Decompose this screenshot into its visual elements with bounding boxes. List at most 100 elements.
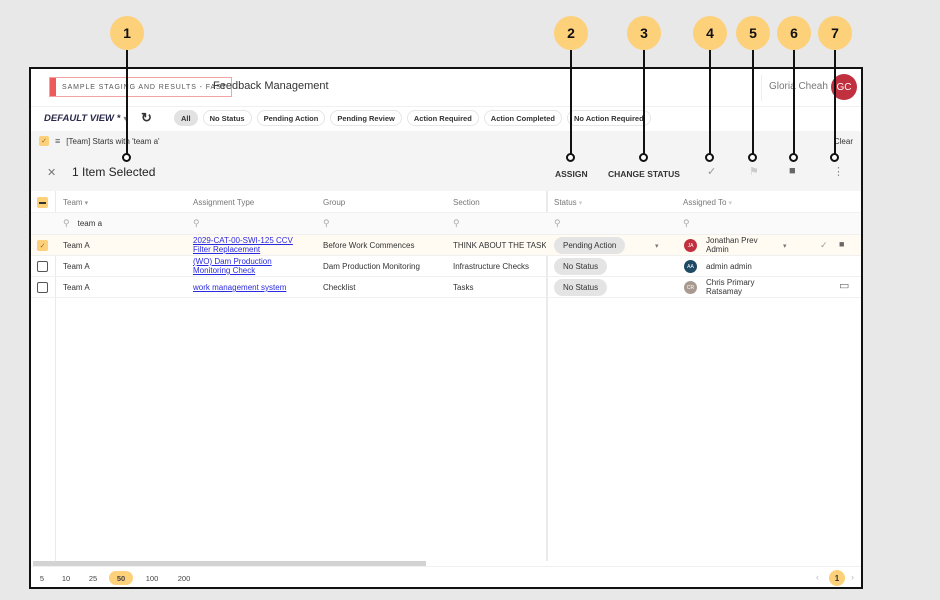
callout-2-line: [570, 50, 572, 155]
filter-icon: ≡: [55, 136, 61, 146]
assignee-avatar: AA: [684, 260, 697, 273]
callout-7-dot: [830, 153, 839, 162]
chip-action-completed[interactable]: Action Completed: [483, 110, 562, 126]
assignment-type-line2: Filter Replacement: [193, 245, 261, 254]
status-filter-chips: All No Status Pending Action Pending Rev…: [174, 110, 651, 126]
status-pill[interactable]: No Status: [554, 279, 608, 296]
table-row[interactable]: Team A work management system Checklist …: [31, 277, 861, 298]
callout-5-line: [752, 50, 754, 155]
previous-page-icon[interactable]: ‹: [816, 572, 819, 582]
section-search-input[interactable]: ⚲: [453, 218, 460, 229]
assignment-type-link[interactable]: 2029-CAT-00-SWI-125 CCV Filter Replacemen…: [193, 236, 293, 254]
status-search-input[interactable]: ⚲: [554, 218, 561, 229]
table-row[interactable]: ✓ Team A 2029-CAT-00-SWI-125 CCV Filter R…: [31, 235, 861, 256]
clear-filter-button[interactable]: Clear: [834, 137, 853, 146]
search-icon: ⚲: [683, 218, 690, 228]
more-options-icon[interactable]: ⋮: [833, 165, 844, 178]
team-search-input[interactable]: ⚲ team a: [63, 218, 102, 229]
page-size-5[interactable]: 5: [37, 571, 47, 585]
assignee-dropdown-icon[interactable]: ▾: [783, 242, 787, 250]
group-cell: Dam Production Monitoring: [323, 262, 420, 271]
comment-icon[interactable]: ■: [789, 165, 796, 177]
group-search-input[interactable]: ⚲: [323, 218, 330, 229]
status-dropdown-icon[interactable]: ▾: [655, 242, 659, 250]
callout-3-line: [643, 50, 645, 155]
refresh-icon[interactable]: ↻: [141, 110, 152, 126]
filter-icon[interactable]: ▾: [579, 200, 583, 207]
assignment-type-link[interactable]: (WO) Dam Production Monitoring Check: [193, 257, 272, 275]
header-team-label: Team: [63, 198, 83, 207]
callout-2-dot: [566, 153, 575, 162]
header-assigned-to-label: Assigned To: [683, 198, 727, 207]
callout-1: 1: [110, 16, 144, 50]
selection-toolbar-area: ✓ ≡ [Team] Starts with 'team a' Clear ✕ …: [31, 131, 861, 191]
assignment-type-search-input[interactable]: ⚲: [193, 218, 200, 229]
filter-checkbox[interactable]: ✓: [39, 136, 49, 146]
assignee-line2: Ratsamay: [706, 287, 743, 296]
team-cell: Team A: [63, 283, 90, 292]
header-group[interactable]: Group: [323, 198, 345, 207]
page-size-200[interactable]: 200: [175, 571, 193, 585]
chip-no-status[interactable]: No Status: [202, 110, 252, 126]
page-size-10[interactable]: 10: [59, 571, 73, 585]
callout-6-dot: [789, 153, 798, 162]
team-cell: Team A: [63, 241, 90, 250]
header-section[interactable]: Section: [453, 198, 480, 207]
row-checkbox[interactable]: [37, 261, 48, 272]
page-size-50[interactable]: 50: [109, 571, 133, 585]
status-pill[interactable]: Pending Action: [554, 237, 626, 254]
assigned-to-search-input[interactable]: ⚲: [683, 218, 690, 229]
assign-button[interactable]: ASSIGN: [555, 169, 588, 179]
assignment-type-line1: 2029-CAT-00-SWI-125 CCV: [193, 236, 293, 245]
header-status[interactable]: Status ▾: [554, 198, 582, 207]
table-row[interactable]: Team A (WO) Dam Production Monitoring Che…: [31, 256, 861, 277]
row-check-icon[interactable]: ✓: [820, 240, 828, 251]
assignee-name: admin admin: [706, 262, 752, 271]
close-icon[interactable]: ✕: [47, 166, 56, 179]
page-size-100[interactable]: 100: [143, 571, 161, 585]
top-bar: SAMPLE STAGING AND RESULTS - FAST Feedba…: [31, 69, 861, 107]
view-bar: DEFAULT VIEW *▾ ↻ All No Status Pending …: [31, 107, 861, 131]
row-comment-outline-icon[interactable]: ▭: [839, 281, 849, 292]
page-size-25[interactable]: 25: [86, 571, 100, 585]
view-selector[interactable]: DEFAULT VIEW *▾: [44, 113, 127, 124]
chip-pending-review[interactable]: Pending Review: [330, 110, 402, 126]
app-title: Feedback Management: [213, 80, 329, 92]
filter-icon[interactable]: ▾: [85, 200, 89, 207]
chip-pending-action[interactable]: Pending Action: [256, 110, 326, 126]
select-all-checkbox[interactable]: [37, 197, 48, 208]
row-checkbox[interactable]: ✓: [37, 240, 48, 251]
pagination-footer: 5 10 25 50 100 200 ‹ 1 ›: [31, 566, 861, 587]
check-icon[interactable]: ✓: [707, 165, 716, 178]
current-page[interactable]: 1: [829, 570, 845, 586]
assignment-type-link[interactable]: work management system: [193, 283, 286, 292]
view-selector-label: DEFAULT VIEW *: [44, 113, 121, 124]
section-cell: Tasks: [453, 283, 474, 292]
header-team[interactable]: Team ▾: [63, 198, 88, 207]
callout-1-dot: [122, 153, 131, 162]
chip-all[interactable]: All: [174, 110, 198, 126]
section-cell: Infrastructure Checks: [453, 262, 530, 271]
callout-6: 6: [777, 16, 811, 50]
change-status-button[interactable]: CHANGE STATUS: [608, 169, 680, 179]
header-assigned-to[interactable]: Assigned To ▾: [683, 198, 732, 207]
search-icon: ⚲: [323, 218, 330, 228]
row-checkbox[interactable]: [37, 282, 48, 293]
next-page-icon[interactable]: ›: [851, 572, 854, 582]
app-window: SAMPLE STAGING AND RESULTS - FAST Feedba…: [29, 67, 863, 589]
callout-5-dot: [748, 153, 757, 162]
user-name[interactable]: Gloria Cheah: [769, 81, 828, 92]
header-assignment-type[interactable]: Assignment Type: [193, 198, 254, 207]
callout-4-line: [709, 50, 711, 155]
search-icon: ⚲: [63, 218, 70, 228]
assignee-name: Jonathan Prev Admin: [706, 236, 758, 254]
assignee-name: Chris Primary Ratsamay: [706, 278, 754, 296]
team-search-value: team a: [77, 219, 103, 228]
callout-4-dot: [705, 153, 714, 162]
flag-icon[interactable]: ⚑: [749, 165, 759, 178]
filter-icon[interactable]: ▾: [728, 200, 732, 207]
status-pill[interactable]: No Status: [554, 258, 608, 275]
row-comment-icon[interactable]: ■: [839, 239, 844, 249]
chip-action-required[interactable]: Action Required: [406, 110, 479, 126]
chip-no-action-required[interactable]: No Action Required: [566, 110, 651, 126]
